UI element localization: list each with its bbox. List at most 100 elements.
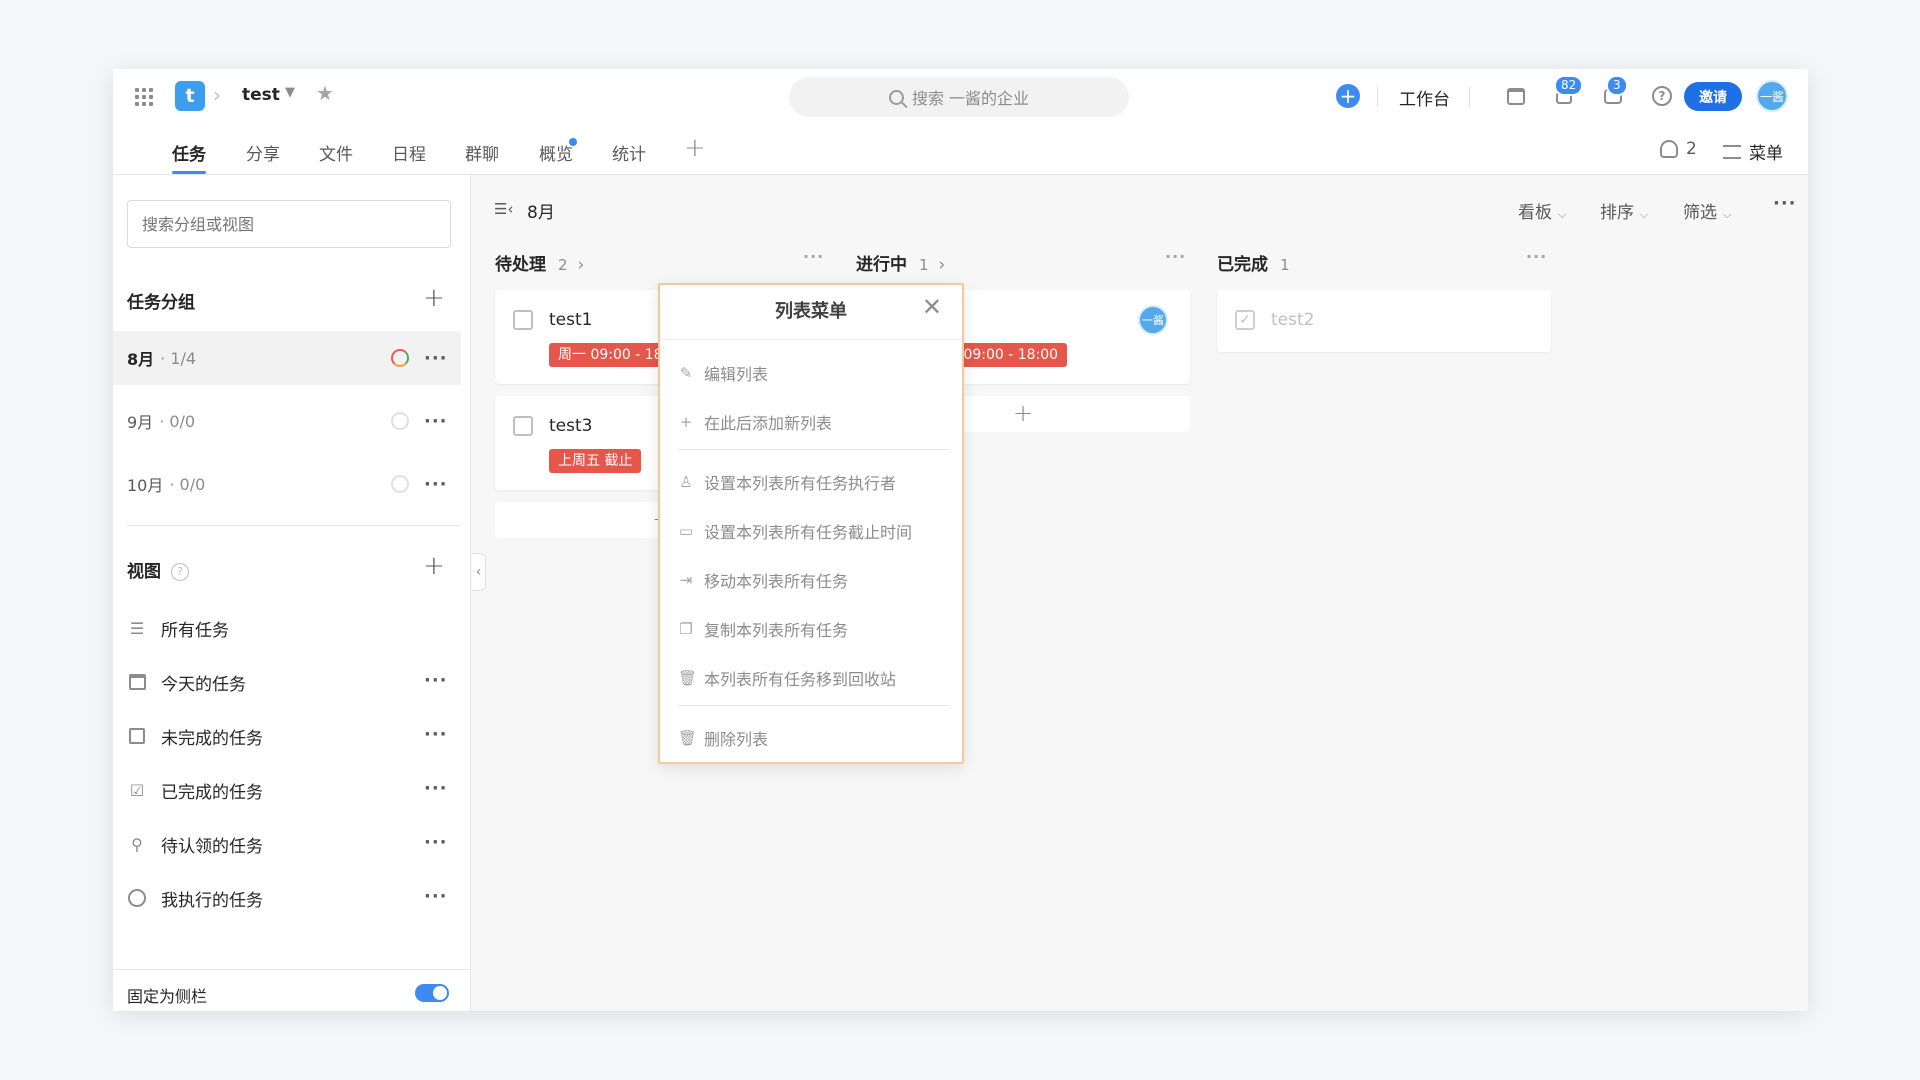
menu-button[interactable]: 菜单 [1723, 139, 1783, 164]
move-icon: ⇥ [679, 571, 693, 589]
view-done-tasks[interactable]: ☑ 已完成的任务 ··· [113, 768, 461, 812]
tab-share[interactable]: 分享 [246, 140, 280, 165]
tab-overview[interactable]: 概览 [539, 140, 573, 165]
filter-dropdown[interactable]: 筛选 ⌵ [1683, 198, 1731, 223]
active-tab-indicator [172, 171, 206, 174]
menu-item-copy-tasks[interactable]: ❐ 复制本列表所有任务 [678, 617, 848, 641]
menu-item-edit-list[interactable]: ✎ 编辑列表 [678, 361, 768, 385]
view-mode-dropdown[interactable]: 看板 ⌵ [1518, 198, 1566, 223]
checkbox-empty-icon [127, 726, 147, 746]
column-name: 进行中 [856, 255, 907, 275]
pin-sidebar-label: 固定为侧栏 [127, 987, 208, 1006]
members-button[interactable]: 2 [1660, 139, 1697, 159]
view-today-tasks[interactable]: 今天的任务 ··· [113, 660, 461, 704]
add-group-button[interactable]: + [423, 285, 445, 311]
view-all-tasks[interactable]: ☰ 所有任务 [113, 606, 461, 650]
messages-badge: 3 [1606, 75, 1628, 96]
sort-label: 排序 [1600, 203, 1634, 223]
column-more-icon[interactable]: ··· [1526, 247, 1547, 266]
more-icon[interactable]: ··· [424, 832, 448, 853]
list-menu-popup: 列表菜单 ✕ ✎ 编辑列表 + 在此后添加新列表 ♙ 设置本列表所有任务执行者 ▭ 设置… [658, 283, 964, 764]
divider [678, 705, 950, 706]
top-bar: t › test ▼ ★ 搜索 一酱的企业 + 工作台 82 3 ? 邀请 一酱 [113, 69, 1808, 125]
menu-item-set-deadline[interactable]: ▭ 设置本列表所有任务截止时间 [678, 519, 912, 543]
task-title: test3 [549, 416, 593, 436]
members-count: 2 [1686, 139, 1697, 159]
group-count: · 1/4 [160, 348, 197, 368]
column-header-todo[interactable]: 待处理 2 › [495, 250, 584, 275]
group-item-oct[interactable]: 10月 · 0/0 ··· [113, 457, 461, 511]
tab-schedule[interactable]: 日程 [392, 140, 426, 165]
more-icon[interactable]: ··· [424, 778, 448, 799]
column-header-in-progress[interactable]: 进行中 1 › [856, 250, 945, 275]
tab-group-chat[interactable]: 群聊 [465, 140, 499, 165]
chevron-right-icon: › [213, 83, 221, 107]
more-icon[interactable]: ··· [1773, 193, 1797, 214]
project-logo[interactable]: t [175, 81, 205, 111]
menu-item-delete-list[interactable]: 🗑 删除列表 [678, 726, 768, 750]
toggle-groups-icon[interactable]: ☰‹ [494, 200, 513, 218]
user-avatar[interactable]: 一酱 [1756, 80, 1788, 112]
more-icon[interactable]: ··· [424, 886, 448, 907]
help-button[interactable]: ? [1649, 83, 1675, 109]
apps-grid-icon[interactable] [135, 88, 153, 106]
column-name: 待处理 [495, 255, 546, 275]
menu-item-set-assignee[interactable]: ♙ 设置本列表所有任务执行者 [678, 470, 896, 494]
invite-button[interactable]: 邀请 [1684, 82, 1742, 111]
more-icon[interactable]: ··· [424, 411, 448, 432]
column-name: 已完成 [1217, 255, 1268, 275]
group-search-input[interactable] [127, 200, 451, 248]
star-icon[interactable]: ★ [316, 81, 334, 105]
group-count: · 0/0 [169, 474, 206, 494]
create-button[interactable]: + [1336, 84, 1360, 108]
tab-statistics[interactable]: 统计 [612, 140, 646, 165]
more-icon[interactable]: ··· [424, 724, 448, 745]
view-unfinished-tasks[interactable]: 未完成的任务 ··· [113, 714, 461, 758]
menu-item-trash-tasks[interactable]: 🗑 本列表所有任务移到回收站 [678, 666, 896, 690]
column-more-icon[interactable]: ··· [1165, 247, 1186, 266]
tab-tasks[interactable]: 任务 [172, 140, 206, 165]
help-icon[interactable]: ? [171, 562, 189, 581]
caret-down-icon[interactable]: ▼ [285, 85, 295, 100]
task-card-test2[interactable]: ✓ test2 [1217, 290, 1551, 352]
view-unclaimed-tasks[interactable]: ⚲ 待认领的任务 ··· [113, 822, 461, 866]
plus-icon: + [679, 413, 693, 431]
group-count: · 0/0 [159, 411, 196, 431]
view-my-tasks[interactable]: 我执行的任务 ··· [113, 876, 461, 920]
calendar-button[interactable] [1503, 83, 1529, 109]
chevron-right-icon: › [938, 255, 946, 275]
column-more-icon[interactable]: ··· [803, 247, 824, 266]
more-icon[interactable]: ··· [424, 348, 448, 369]
column-count: 2 [558, 256, 568, 274]
chevron-right-icon: › [577, 255, 585, 275]
column-header-done[interactable]: 已完成 1 [1217, 250, 1290, 275]
checkbox-checked-icon[interactable]: ✓ [1235, 310, 1255, 330]
group-item-aug[interactable]: 8月 · 1/4 ··· [113, 331, 461, 385]
project-name[interactable]: test [242, 85, 280, 105]
add-tab-button[interactable]: + [684, 133, 706, 163]
more-icon[interactable]: ··· [424, 474, 448, 495]
pin-sidebar-toggle[interactable] [415, 984, 449, 1002]
close-icon[interactable]: ✕ [922, 293, 942, 321]
global-search[interactable]: 搜索 一酱的企业 [789, 77, 1129, 117]
view-label: 未完成的任务 [161, 728, 263, 749]
more-icon[interactable]: ··· [424, 670, 448, 691]
task-checkbox[interactable] [513, 416, 533, 436]
collapse-sidebar-handle[interactable]: ‹ [472, 553, 486, 591]
menu-item-move-tasks[interactable]: ⇥ 移动本列表所有任务 [678, 568, 848, 592]
chevron-down-icon: ⌵ [1640, 208, 1649, 221]
tab-files[interactable]: 文件 [319, 140, 353, 165]
app-window: t › test ▼ ★ 搜索 一酱的企业 + 工作台 82 3 ? 邀请 一酱… [113, 69, 1808, 1011]
assignee-avatar[interactable]: 一酱 [1138, 305, 1168, 335]
filter-label: 筛选 [1683, 203, 1717, 223]
task-checkbox[interactable] [513, 310, 533, 330]
menu-item-label: 删除列表 [704, 730, 769, 749]
menu-item-add-list-after[interactable]: + 在此后添加新列表 [678, 410, 832, 434]
workbench-link[interactable]: 工作台 [1399, 85, 1450, 110]
tab-bar: 任务 分享 文件 日程 群聊 概览 统计 + 2 菜单 [113, 125, 1808, 175]
view-label: 我执行的任务 [161, 890, 263, 911]
add-view-button[interactable]: + [423, 553, 445, 579]
group-item-sep[interactable]: 9月 · 0/0 ··· [113, 394, 461, 448]
column-count: 1 [919, 256, 929, 274]
sort-dropdown[interactable]: 排序 ⌵ [1600, 198, 1648, 223]
